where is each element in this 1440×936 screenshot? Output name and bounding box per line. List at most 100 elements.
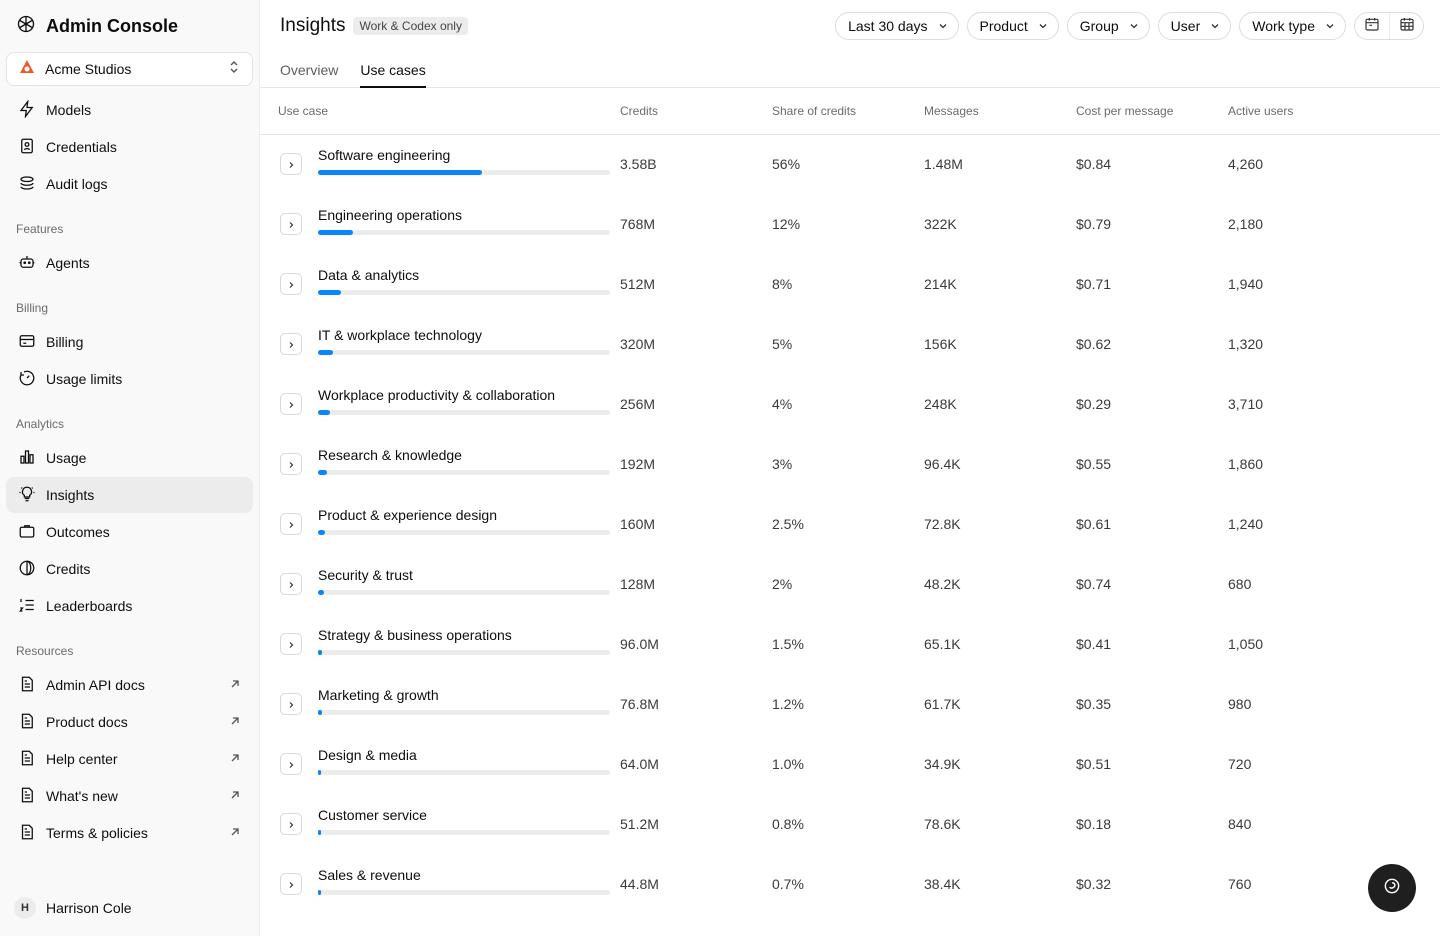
expand-row-button[interactable] — [280, 273, 302, 295]
active-users-cell: 1,860 — [1228, 456, 1264, 472]
column-header-share[interactable]: Share of credits — [772, 88, 924, 135]
share-cell: 2% — [772, 576, 793, 592]
table-row[interactable]: Strategy & business operations 96.0M 1.5% 6… — [260, 614, 1440, 674]
sidebar-item-outcomes[interactable]: Outcomes — [6, 514, 253, 550]
expand-row-button[interactable] — [280, 453, 302, 475]
document-icon — [18, 749, 36, 770]
expand-row-button[interactable] — [280, 573, 302, 595]
calendar-range-button[interactable] — [1355, 13, 1389, 39]
chevron-right-icon — [287, 456, 295, 472]
filter-group[interactable]: Group — [1066, 12, 1150, 40]
card-icon — [18, 332, 36, 353]
table-row[interactable]: Research & knowledge 192M 3% 96.4K $0.55 1,86… — [260, 434, 1440, 494]
sidebar-item-credits[interactable]: Credits — [6, 551, 253, 587]
expand-row-button[interactable] — [280, 213, 302, 235]
org-switcher[interactable]: Acme Studios — [6, 52, 253, 86]
active-users-cell: 1,940 — [1228, 276, 1264, 292]
sidebar-item-product-docs[interactable]: Product docs — [6, 704, 253, 740]
credits-cell: 64.0M — [620, 756, 659, 772]
expand-row-button[interactable] — [280, 753, 302, 775]
use-case-cell: Product & experience design — [260, 494, 620, 554]
filter-date-range[interactable]: Last 30 days — [835, 12, 959, 40]
calendar-grid-button[interactable] — [1389, 13, 1423, 39]
expand-row-button[interactable] — [280, 513, 302, 535]
chevron-right-icon — [287, 756, 295, 772]
cost-cell: $0.51 — [1076, 756, 1112, 772]
sidebar-item-usage[interactable]: Usage — [6, 440, 253, 476]
sidebar-item-credentials[interactable]: Credentials — [6, 129, 253, 165]
share-bar-fill — [318, 590, 324, 595]
share-bar-fill — [318, 530, 326, 535]
chevron-down-icon — [1325, 18, 1335, 34]
section-label-resources: Resources — [16, 644, 74, 658]
expand-row-button[interactable] — [280, 153, 302, 176]
table-row[interactable]: Sales & revenue 44.8M 0.7% 38.4K $0.32 760 — [260, 854, 1440, 914]
use-case-name: Design & media — [318, 747, 417, 763]
table-row[interactable]: Workplace productivity & collaboration 25… — [260, 374, 1440, 434]
active-users-cell: 4,260 — [1228, 156, 1264, 173]
share-bar — [318, 410, 610, 415]
use-case-name: Customer service — [318, 807, 427, 823]
table-row[interactable]: Design & media 64.0M 1.0% 34.9K $0.51 720 — [260, 734, 1440, 794]
brand[interactable]: Admin Console — [0, 0, 259, 52]
sidebar-item-billing[interactable]: Billing — [6, 324, 253, 360]
expand-row-button[interactable] — [280, 333, 302, 355]
filter-work-type[interactable]: Work type — [1239, 12, 1346, 40]
table-row[interactable]: IT & workplace technology 320M 5% 156K $0.62… — [260, 314, 1440, 374]
column-header-messages[interactable]: Messages — [924, 88, 1076, 135]
column-header-cost[interactable]: Cost per message — [1076, 88, 1228, 135]
table-row[interactable]: Marketing & growth 76.8M 1.2% 61.7K $0.35 980 — [260, 674, 1440, 734]
assistant-icon — [1382, 876, 1402, 901]
chevron-right-icon — [287, 876, 295, 892]
filter-product[interactable]: Product — [966, 12, 1059, 40]
active-users-cell: 3,710 — [1228, 396, 1264, 412]
table-row[interactable]: Customer service 51.2M 0.8% 78.6K $0.18 840 — [260, 794, 1440, 854]
tab-use-cases[interactable]: Use cases — [360, 52, 427, 88]
expand-row-button[interactable] — [280, 633, 302, 655]
sidebar-item-insights[interactable]: Insights — [6, 477, 253, 513]
sidebar-item-terms-policies[interactable]: Terms & policies — [6, 815, 253, 851]
calendar-grid-icon — [1399, 16, 1415, 37]
sidebar-item-audit-logs[interactable]: Audit logs — [6, 166, 253, 202]
table-row[interactable]: Engineering operations 768M 12% 322K $0.79 2,… — [260, 194, 1440, 254]
user-profile[interactable]: H Harrison Cole — [6, 890, 253, 926]
chevron-down-icon — [938, 18, 948, 34]
table-row[interactable]: Product & experience design 160M 2.5% 72.8K… — [260, 494, 1440, 554]
credits-cell: 128M — [620, 576, 656, 592]
share-bar-fill — [318, 890, 321, 895]
expand-row-button[interactable] — [280, 813, 302, 835]
sidebar: Admin Console Acme Studios Models Creden… — [0, 0, 260, 936]
credits-cell: 256M — [620, 396, 656, 412]
tab-overview[interactable]: Overview — [280, 52, 338, 87]
filter-user[interactable]: User — [1157, 12, 1232, 40]
cost-cell: $0.55 — [1076, 456, 1112, 472]
expand-row-button[interactable] — [280, 693, 302, 715]
column-header-credits[interactable]: Credits — [620, 88, 772, 135]
column-header-active-users[interactable]: Active users — [1228, 88, 1440, 135]
sidebar-item-admin-api-docs[interactable]: Admin API docs — [6, 667, 253, 703]
cost-cell: $0.61 — [1076, 516, 1112, 532]
expand-row-button[interactable] — [280, 873, 302, 895]
sidebar-item-agents[interactable]: Agents — [6, 245, 253, 281]
expand-row-button[interactable] — [280, 393, 302, 415]
sidebar-item-whats-new[interactable]: What's new — [6, 778, 253, 814]
active-users-cell: 840 — [1228, 816, 1252, 832]
assistant-button[interactable] — [1368, 864, 1416, 912]
column-header-use-case[interactable]: Use case — [260, 88, 620, 135]
table-row[interactable]: Data & analytics 512M 8% 214K $0.71 1,940 — [260, 254, 1440, 314]
table-row[interactable]: Software engineering 3.58B 56% 1.48M $0.84 4,… — [260, 134, 1440, 194]
credits-cell: 768M — [620, 216, 656, 232]
sidebar-item-leaderboards[interactable]: Leaderboards — [6, 588, 253, 624]
chevron-down-icon — [1210, 18, 1220, 34]
sidebar-item-models[interactable]: Models — [6, 92, 253, 128]
sidebar-item-help-center[interactable]: Help center — [6, 741, 253, 777]
share-bar-fill — [318, 170, 482, 176]
share-bar-fill — [318, 830, 321, 835]
sidebar-item-usage-limits[interactable]: Usage limits — [6, 361, 253, 397]
bar-chart-icon — [18, 448, 36, 469]
table-row[interactable]: Security & trust 128M 2% 48.2K $0.74 680 — [260, 554, 1440, 614]
gauge-icon — [18, 369, 36, 390]
cost-cell: $0.35 — [1076, 696, 1112, 712]
use-case-cell: Security & trust — [260, 554, 620, 614]
share-bar-fill — [318, 710, 322, 715]
